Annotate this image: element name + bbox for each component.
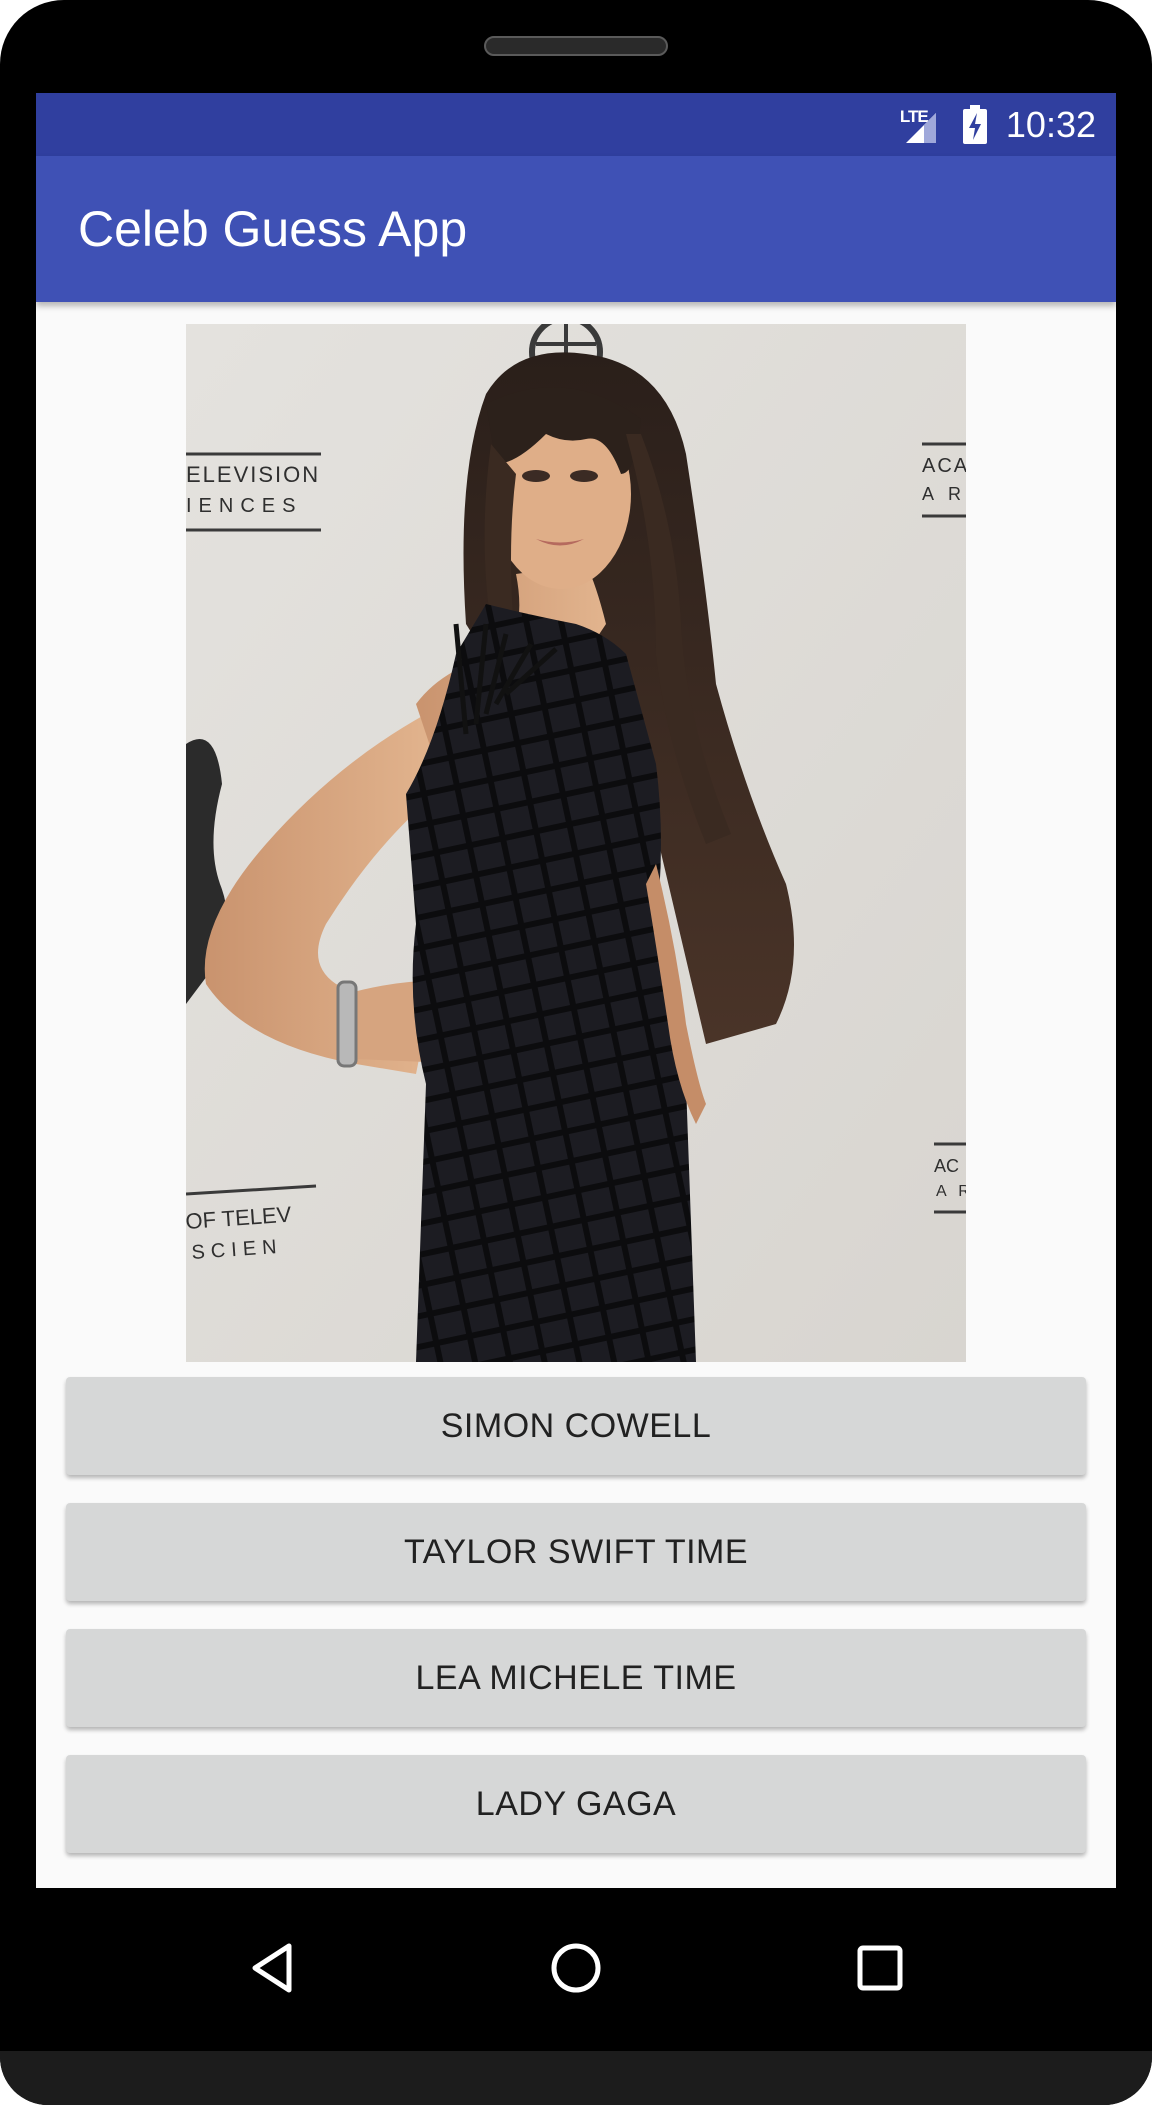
phone-frame: LTE 10:32 Celeb Guess App ELEVISION IENC… — [0, 0, 1152, 2105]
home-icon[interactable] — [536, 1928, 616, 2008]
backdrop-text: A R — [936, 1183, 966, 1200]
back-icon[interactable] — [233, 1928, 313, 2008]
phone-bottom-bezel — [0, 2051, 1152, 2105]
battery-charging-icon — [962, 104, 988, 145]
app-screen: LTE 10:32 Celeb Guess App ELEVISION IENC… — [36, 93, 1116, 1888]
recents-icon[interactable] — [840, 1928, 920, 2008]
answer-buttons: SIMON COWELL TAYLOR SWIFT TIME LEA MICHE… — [66, 1377, 1086, 1881]
backdrop-text: A R — [922, 484, 966, 504]
backdrop-text: IENCES — [186, 495, 302, 517]
status-bar: LTE 10:32 — [36, 93, 1116, 156]
celebrity-photo: ELEVISION IENCES ACA A R OF TELEV SCIEN … — [186, 324, 966, 1362]
app-title: Celeb Guess App — [78, 201, 468, 257]
app-bar: Celeb Guess App — [36, 156, 1116, 302]
answer-button-4[interactable]: LADY GAGA — [66, 1755, 1086, 1853]
navigation-bar — [0, 1888, 1152, 2051]
backdrop-text: ELEVISION — [186, 462, 320, 487]
earpiece-speaker — [484, 36, 668, 56]
backdrop-text: AC — [934, 1156, 959, 1176]
answer-button-3[interactable]: LEA MICHELE TIME — [66, 1629, 1086, 1727]
answer-button-1[interactable]: SIMON COWELL — [66, 1377, 1086, 1475]
backdrop-text: ACA — [922, 455, 966, 477]
status-clock: 10:32 — [1005, 103, 1096, 145]
lte-signal-icon: LTE — [896, 105, 944, 145]
answer-button-2[interactable]: TAYLOR SWIFT TIME — [66, 1503, 1086, 1601]
